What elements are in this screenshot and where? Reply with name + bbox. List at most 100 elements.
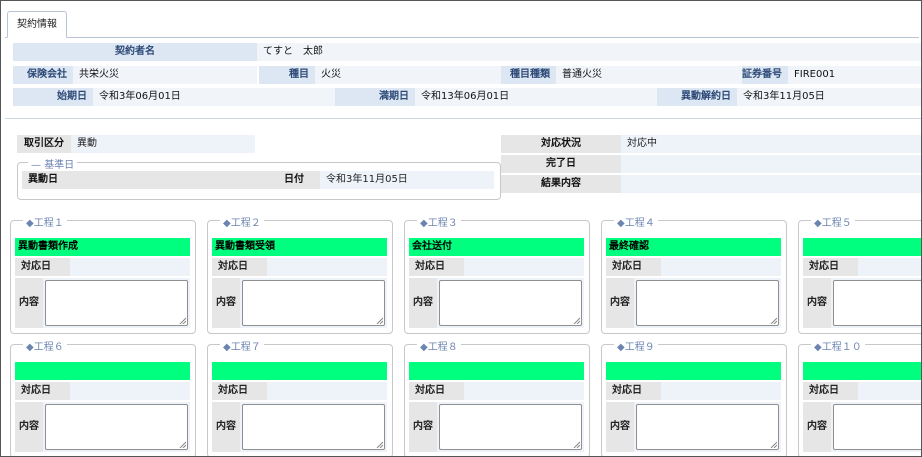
result-value [621,175,921,193]
process-title: 異動書類受領 [212,238,387,256]
process-legend: ◆工程３ [417,214,461,229]
base-date-legend: — 基準日 [28,156,78,171]
resize-grip-icon[interactable] [770,441,777,448]
process-content-label: 内容 [212,402,240,452]
process-date-label: 対応日 [803,382,858,400]
process-date-label: 対応日 [212,382,267,400]
process-date-value [464,258,584,276]
section-divider [5,118,921,119]
process-4: ◆工程４ 最終確認 対応日 内容 [601,214,787,334]
process-content-textarea[interactable] [833,280,921,326]
end-date-label: 満期日 [335,88,415,106]
process-content-label: 内容 [606,278,634,328]
start-date-value: 令和3年06月01日 [93,88,335,106]
process-content-label: 内容 [409,278,437,328]
process-7: ◆工程７ 対応日 内容 [207,338,393,456]
process-8: ◆工程８ 対応日 内容 [404,338,590,456]
base-date-group: — 基準日 異動日 日付 令和3年11月05日 [17,156,501,200]
process-3: ◆工程３ 会社送付 対応日 内容 [404,214,590,334]
process-2: ◆工程２ 異動書類受領 対応日 内容 [207,214,393,334]
insurer-label: 保険会社 [13,66,73,84]
process-content-textarea[interactable] [45,280,188,326]
process-legend: ◆工程８ [417,338,461,353]
completion-date-value [621,155,921,173]
type-label: 種目 [259,66,315,84]
process-date-label: 対応日 [212,258,267,276]
process-content-label: 内容 [803,402,831,452]
process-content-textarea[interactable] [242,404,385,450]
policy-number-value: FIRE001 [788,66,921,84]
status-value: 対応中 [621,135,921,153]
process-date-value [267,382,387,400]
resize-grip-icon[interactable] [770,317,777,324]
process-date-label: 対応日 [606,258,661,276]
process-date-value [858,382,921,400]
process-date-label: 対応日 [606,382,661,400]
status-label: 対応状況 [501,135,621,153]
transaction-category-label: 取引区分 [17,135,71,153]
process-date-label: 対応日 [409,258,464,276]
process-title: 最終確認 [606,238,781,256]
completion-date-label: 完了日 [501,155,621,173]
change-cancel-date-value: 令和3年11月05日 [737,88,921,106]
date-label: 日付 [268,171,320,189]
transaction-section: 取引区分 異動 — 基準日 異動日 日付 令和3年11月05日 対応状況 対応中… [5,129,921,200]
contract-window: 契約情報 契約者名 てすと 太郎 保険会社 共栄火災 種目 火災 種目種類 普通… [0,0,922,457]
process-content-label: 内容 [212,278,240,328]
process-legend: ◆工程１ [23,214,67,229]
process-content-label: 内容 [803,278,831,328]
process-content-textarea[interactable] [636,280,779,326]
end-date-value: 令和13年06月01日 [415,88,657,106]
contractor-label: 契約者名 [13,43,257,61]
resize-grip-icon[interactable] [573,317,580,324]
process-date-value [267,258,387,276]
process-date-value [858,258,921,276]
process-content-textarea[interactable] [636,404,779,450]
process-content-textarea[interactable] [242,280,385,326]
transaction-category-value: 異動 [71,135,255,153]
process-title: 会社送付 [409,238,584,256]
process-content-label: 内容 [15,402,43,452]
process-content-textarea[interactable] [439,404,582,450]
process-date-label: 対応日 [409,382,464,400]
start-date-label: 始期日 [13,88,93,106]
resize-grip-icon[interactable] [573,441,580,448]
type-value: 火災 [315,66,501,84]
process-content-label: 内容 [409,402,437,452]
process-content-textarea[interactable] [833,404,921,450]
process-legend: ◆工程４ [614,214,658,229]
subtype-label: 種目種類 [501,66,556,84]
process-date-value [661,258,781,276]
contractor-value: てすと 太郎 [257,43,921,61]
process-9: ◆工程９ 対応日 内容 [601,338,787,456]
process-legend: ◆工程６ [23,338,67,353]
contract-info-section: 契約者名 てすと 太郎 保険会社 共栄火災 種目 火災 種目種類 普通火災 証券… [5,37,921,112]
process-date-label: 対応日 [15,382,70,400]
process-title [409,362,584,380]
change-cancel-date-label: 異動解約日 [657,88,737,106]
subtype-value: 普通火災 [556,66,742,84]
process-date-label: 対応日 [803,258,858,276]
resize-grip-icon[interactable] [179,441,186,448]
process-date-value [70,258,190,276]
policy-number-label: 証券番号 [742,66,788,84]
process-legend: ◆工程９ [614,338,658,353]
resize-grip-icon[interactable] [179,317,186,324]
insurer-value: 共栄火災 [73,66,257,84]
resize-grip-icon[interactable] [376,441,383,448]
resize-grip-icon[interactable] [376,317,383,324]
process-content-textarea[interactable] [45,404,188,450]
process-6: ◆工程６ 対応日 内容 [10,338,196,456]
process-legend: ◆工程１０ [811,338,865,353]
process-title: 異動書類作成 [15,238,190,256]
process-legend: ◆工程７ [220,338,264,353]
process-content-textarea[interactable] [439,280,582,326]
process-title [606,362,781,380]
process-date-value [661,382,781,400]
process-1: ◆工程１ 異動書類作成 対応日 内容 [10,214,196,334]
process-content-label: 内容 [606,402,634,452]
process-date-label: 対応日 [15,258,70,276]
date-value: 令和3年11月05日 [320,171,494,189]
tab-contract-info[interactable]: 契約情報 [7,11,67,38]
process-content-label: 内容 [15,278,43,328]
